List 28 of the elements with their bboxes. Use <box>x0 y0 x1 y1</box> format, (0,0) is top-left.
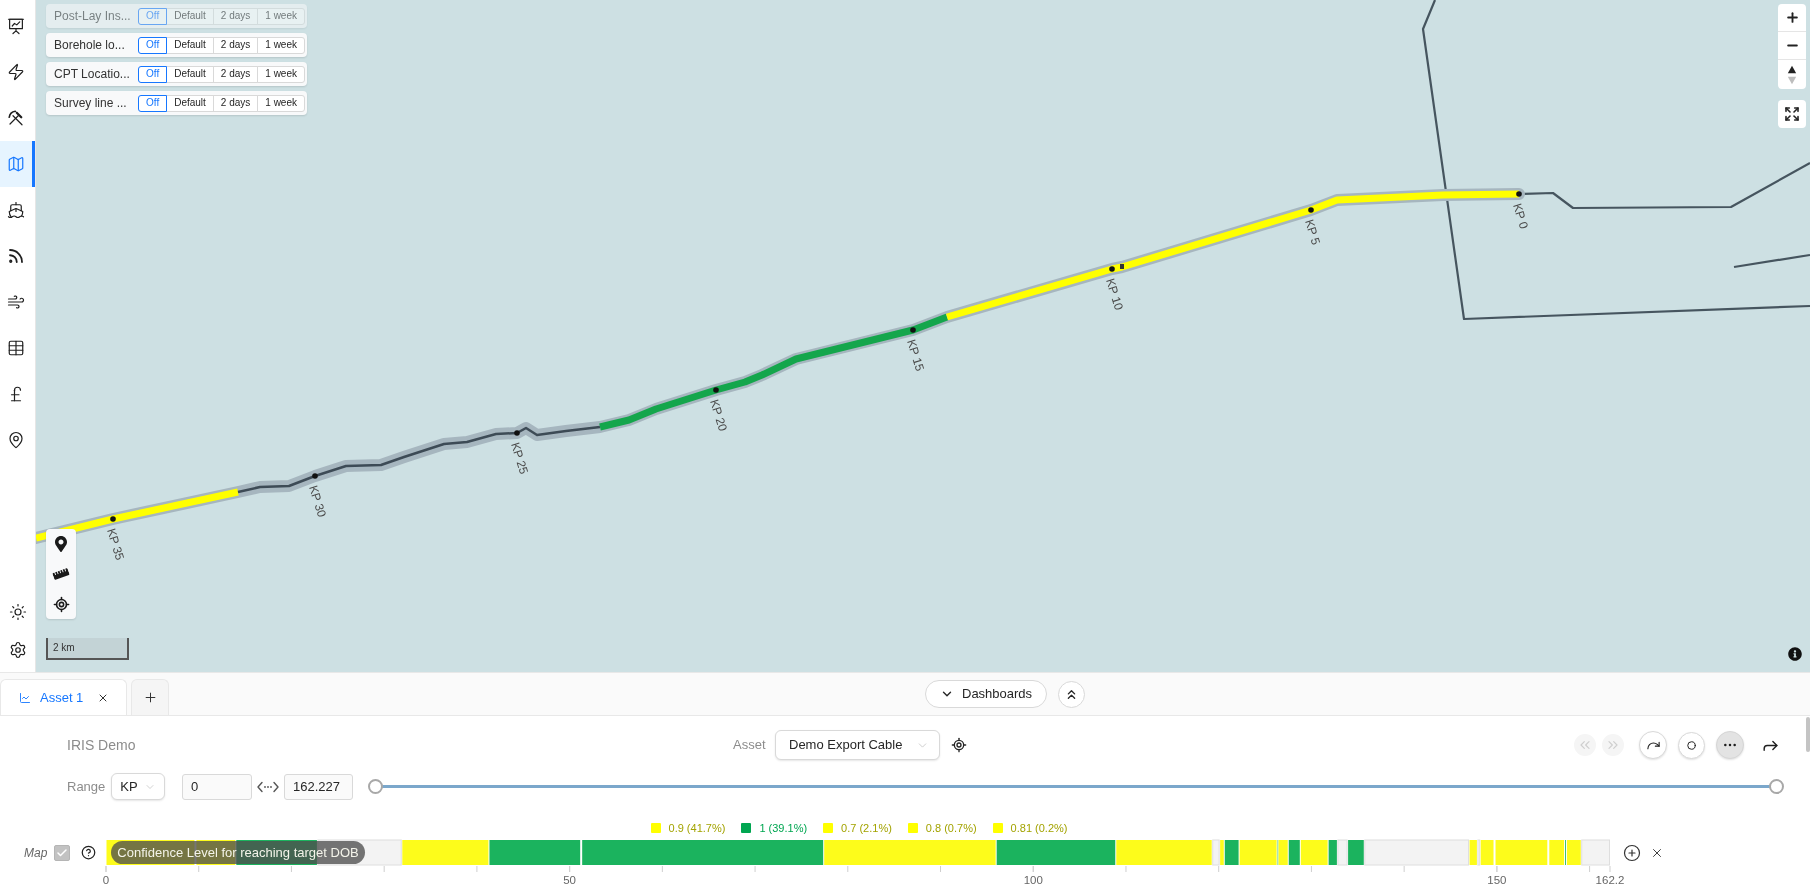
range-label: Range <box>67 777 107 796</box>
chart-title-tooltip: Confidence Level for reaching target DOB <box>111 841 365 864</box>
kp-label: KP 15 <box>904 337 927 373</box>
layer-label: Borehole lo... <box>54 37 126 54</box>
kp-label: KP 5 <box>1302 217 1324 247</box>
kp-label: KP 35 <box>104 526 127 562</box>
kp-label: KP 30 <box>306 483 329 519</box>
kp-label: KP 20 <box>707 397 730 433</box>
legend-label: 1 (39.1%) <box>759 822 808 834</box>
layer-label: Post-Lay Ins... <box>54 8 132 25</box>
kp-label: KP 25 <box>508 440 531 476</box>
dashboard-title: IRIS Demo <box>67 735 137 755</box>
kp-label: KP 10 <box>1103 276 1126 312</box>
kp-label: KP 0 <box>1510 201 1532 231</box>
axis-label: 150 <box>1487 874 1507 886</box>
track-label: Map <box>24 844 48 862</box>
legend-label: 0.7 (2.1%) <box>841 822 892 834</box>
axis-label: 100 <box>1024 874 1044 886</box>
layer-label: Survey line ... <box>54 95 128 112</box>
axis-label: 0 <box>103 874 110 886</box>
legend-label: 0.9 (41.7%) <box>668 822 726 834</box>
axis-label: 50 <box>563 874 577 886</box>
axis-label: 162.2 <box>1595 874 1625 886</box>
layer-label: CPT Locatio... <box>54 66 131 83</box>
scale-bar: 2 km <box>46 638 129 660</box>
legend-label: 0.81 (0.2%) <box>1010 822 1068 834</box>
legend-label: 0.8 (0.7%) <box>925 822 977 834</box>
asset-label: Asset <box>733 736 767 755</box>
